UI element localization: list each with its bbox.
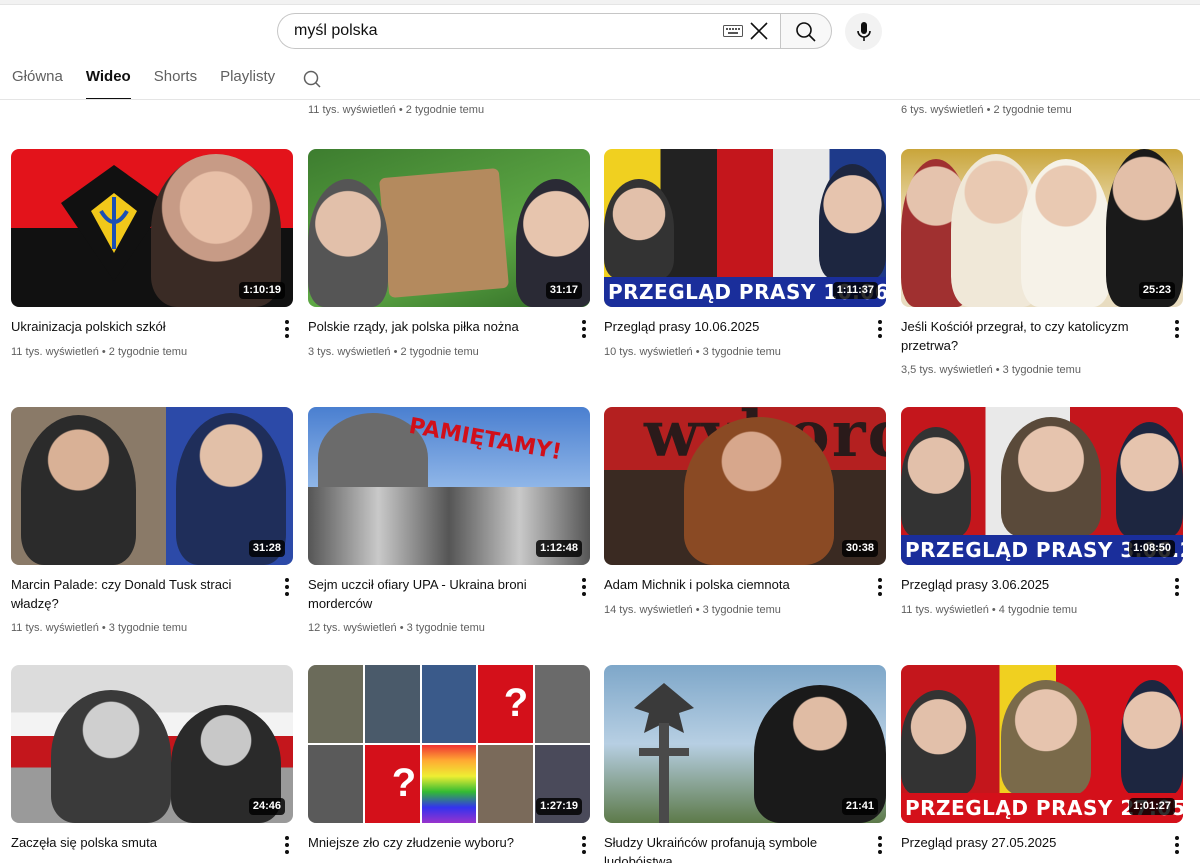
video-title[interactable]: Przegląd prasy 10.06.2025: [604, 317, 854, 336]
video-card[interactable]: PRZEGLĄD PRASY 10.06.2025 1:11:37 Przegl…: [604, 149, 886, 358]
tab-shorts[interactable]: Shorts: [154, 64, 197, 100]
thumbnail-overlay-text: ?: [391, 761, 417, 805]
video-title[interactable]: Przegląd prasy 3.06.2025: [901, 575, 1151, 594]
video-meta: 11 tys. wyświetleń • 4 tygodnie temu: [901, 604, 1078, 616]
video-title[interactable]: Przegląd prasy 27.05.2025: [901, 833, 1151, 852]
video-duration: 1:10:19: [239, 282, 285, 299]
video-title[interactable]: Marcin Palade: czy Donald Tusk straci wł…: [11, 575, 261, 613]
video-title[interactable]: Jeśli Kościół przegrał, to czy katolicyz…: [901, 317, 1151, 355]
video-duration: 1:01:27: [1129, 798, 1175, 815]
more-actions-icon[interactable]: [581, 578, 587, 596]
video-card[interactable]: PAMIĘTAMY! 1:12:48 Sejm uczcił ofiary UP…: [308, 407, 590, 634]
video-thumbnail[interactable]: 31:17: [308, 149, 590, 307]
more-actions-icon[interactable]: [581, 836, 587, 854]
video-card[interactable]: ? ? 1:27:19 Mniejsze zło czy złudzenie w…: [308, 665, 590, 854]
more-actions-icon[interactable]: [1174, 320, 1180, 338]
video-title[interactable]: Sejm uczcił ofiary UPA - Ukraina broni m…: [308, 575, 558, 613]
video-meta: 12 tys. wyświetleń • 3 tygodnie temu: [308, 622, 485, 634]
more-actions-icon[interactable]: [1174, 836, 1180, 854]
video-duration: 21:41: [841, 798, 878, 815]
video-duration: 30:38: [841, 540, 878, 557]
keyboard-icon[interactable]: [723, 25, 743, 37]
video-duration: 31:17: [545, 282, 582, 299]
video-thumbnail[interactable]: PAMIĘTAMY! 1:12:48: [308, 407, 590, 565]
video-meta: 11 tys. wyświetleń • 3 tygodnie temu: [11, 622, 188, 634]
video-thumbnail[interactable]: 25:23: [901, 149, 1183, 307]
video-duration: 31:28: [248, 540, 285, 557]
channel-tabs: Główna Wideo Shorts Playlisty: [12, 64, 298, 100]
close-icon[interactable]: [748, 20, 770, 42]
more-actions-icon[interactable]: [284, 578, 290, 596]
tabs-divider: [0, 99, 1200, 100]
video-thumbnail[interactable]: ? ? 1:27:19: [308, 665, 590, 823]
video-meta: 3 tys. wyświetleń • 2 tygodnie temu: [308, 346, 479, 358]
more-actions-icon[interactable]: [877, 320, 883, 338]
video-meta: 10 tys. wyświetleń • 3 tygodnie temu: [604, 346, 781, 358]
video-duration: 25:23: [1138, 282, 1175, 299]
video-title[interactable]: Polskie rządy, jak polska piłka nożna: [308, 317, 558, 336]
video-thumbnail[interactable]: 1:10:19: [11, 149, 293, 307]
search-input[interactable]: [294, 14, 714, 48]
video-thumbnail[interactable]: wyborc 30:38: [604, 407, 886, 565]
top-edge: [0, 0, 1200, 5]
video-title[interactable]: Słudzy Ukraińców profanują symbole ludob…: [604, 833, 854, 863]
video-thumbnail[interactable]: PRZEGLĄD PRASY 27.05.2025 1:01:27: [901, 665, 1183, 823]
search-button[interactable]: [780, 13, 832, 49]
voice-search-button[interactable]: [845, 13, 882, 50]
video-duration: 24:46: [248, 798, 285, 815]
video-card[interactable]: PRZEGLĄD PRASY 27.05.2025 1:01:27 Przegl…: [901, 665, 1183, 854]
tab-playlists[interactable]: Playlisty: [220, 64, 275, 100]
video-thumbnail[interactable]: PRZEGLĄD PRASY 3.06.2025 1:08:50: [901, 407, 1183, 565]
video-thumbnail[interactable]: 24:46: [11, 665, 293, 823]
more-actions-icon[interactable]: [284, 836, 290, 854]
video-card[interactable]: wyborc 30:38 Adam Michnik i polska ciemn…: [604, 407, 886, 616]
video-duration: 1:12:48: [536, 540, 582, 557]
video-card[interactable]: 31:28 Marcin Palade: czy Donald Tusk str…: [11, 407, 293, 634]
tab-videos[interactable]: Wideo: [85, 64, 131, 100]
channel-search-icon[interactable]: [302, 69, 322, 89]
video-duration: 1:11:37: [832, 282, 878, 299]
thumbnail-overlay-text: ?: [503, 681, 529, 725]
video-meta: 3,5 tys. wyświetleń • 3 tygodnie temu: [901, 364, 1081, 376]
video-card[interactable]: 24:46 Zaczęła się polska smuta: [11, 665, 293, 854]
video-card[interactable]: 21:41 Słudzy Ukraińców profanują symbole…: [604, 665, 886, 863]
video-thumbnail[interactable]: 21:41: [604, 665, 886, 823]
video-meta: 11 tys. wyświetleń • 2 tygodnie temu: [308, 104, 485, 116]
video-card[interactable]: PRZEGLĄD PRASY 3.06.2025 1:08:50 Przeglą…: [901, 407, 1183, 616]
video-card[interactable]: 1:10:19 Ukrainizacja polskich szkół 11 t…: [11, 149, 293, 358]
video-meta: 14 tys. wyświetleń • 3 tygodnie temu: [604, 604, 781, 616]
video-title[interactable]: Adam Michnik i polska ciemnota: [604, 575, 854, 594]
video-title[interactable]: Zaczęła się polska smuta: [11, 833, 261, 852]
more-actions-icon[interactable]: [1174, 578, 1180, 596]
search-box[interactable]: [277, 13, 780, 49]
monument-icon: [634, 683, 694, 823]
more-actions-icon[interactable]: [284, 320, 290, 338]
video-meta: 6 tys. wyświetleń • 2 tygodnie temu: [901, 104, 1072, 116]
more-actions-icon[interactable]: [877, 836, 883, 854]
video-card[interactable]: 25:23 Jeśli Kościół przegrał, to czy kat…: [901, 149, 1183, 376]
microphone-icon: [857, 22, 871, 41]
video-title[interactable]: Mniejsze zło czy złudzenie wyboru?: [308, 833, 558, 852]
video-duration: 1:27:19: [536, 798, 582, 815]
tab-home[interactable]: Główna: [12, 64, 63, 100]
video-title[interactable]: Ukrainizacja polskich szkół: [11, 317, 261, 336]
thumbnail-overlay-text: PAMIĘTAMY!: [407, 413, 564, 466]
video-thumbnail[interactable]: PRZEGLĄD PRASY 10.06.2025 1:11:37: [604, 149, 886, 307]
video-meta: 11 tys. wyświetleń • 2 tygodnie temu: [11, 346, 188, 358]
video-thumbnail[interactable]: 31:28: [11, 407, 293, 565]
more-actions-icon[interactable]: [581, 320, 587, 338]
search-icon: [796, 22, 816, 42]
video-duration: 1:08:50: [1129, 540, 1175, 557]
more-actions-icon[interactable]: [877, 578, 883, 596]
video-card[interactable]: 31:17 Polskie rządy, jak polska piłka no…: [308, 149, 590, 358]
